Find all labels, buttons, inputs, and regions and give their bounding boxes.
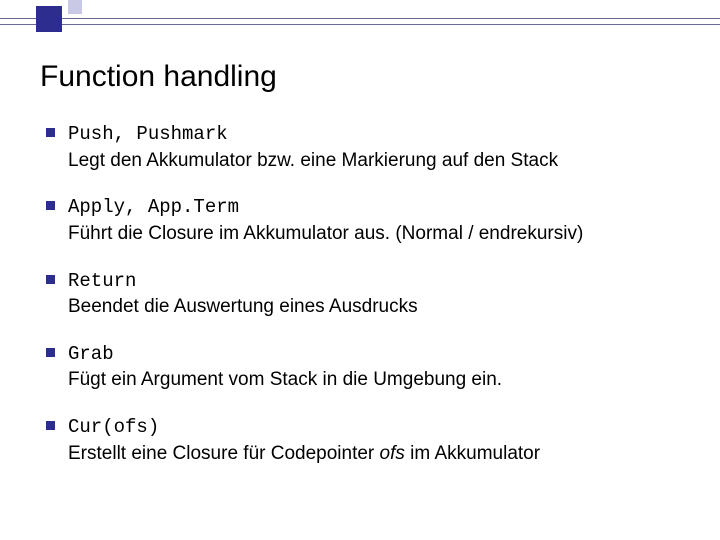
page-title: Function handling — [40, 60, 680, 94]
item-term: Cur(ofs) — [68, 416, 159, 438]
slide-content: Function handling Push, Pushmark Legt de… — [40, 60, 680, 488]
item-desc: Legt den Akkumulator bzw. eine Markierun… — [68, 150, 558, 171]
item-desc: Erstellt eine Closure für Codepointer of… — [68, 443, 540, 464]
decoration-line — [0, 24, 720, 25]
slide-decoration — [0, 0, 720, 50]
list-item: Push, Pushmark Legt den Akkumulator bzw.… — [40, 122, 680, 173]
bullet-list: Push, Pushmark Legt den Akkumulator bzw.… — [40, 122, 680, 466]
list-item: Grab Fügt ein Argument vom Stack in die … — [40, 342, 680, 393]
item-term: Apply, App.Term — [68, 196, 239, 218]
decoration-square-large — [36, 6, 62, 32]
item-desc-em: ofs — [380, 443, 405, 464]
item-desc: Führt die Closure im Akkumulator aus. (N… — [68, 223, 583, 244]
item-desc-post: im Akkumulator — [405, 443, 540, 464]
item-desc-pre: Erstellt eine Closure für Codepointer — [68, 443, 380, 464]
list-item: Apply, App.Term Führt die Closure im Akk… — [40, 195, 680, 246]
item-desc: Fügt ein Argument vom Stack in die Umgeb… — [68, 369, 502, 390]
item-desc: Beendet die Auswertung eines Ausdrucks — [68, 296, 418, 317]
item-term: Push, Pushmark — [68, 123, 228, 145]
item-term: Grab — [68, 343, 114, 365]
list-item: Cur(ofs) Erstellt eine Closure für Codep… — [40, 415, 680, 466]
decoration-line — [0, 18, 720, 19]
list-item: Return Beendet die Auswertung eines Ausd… — [40, 269, 680, 320]
item-term: Return — [68, 270, 136, 292]
decoration-square-small — [68, 0, 82, 14]
